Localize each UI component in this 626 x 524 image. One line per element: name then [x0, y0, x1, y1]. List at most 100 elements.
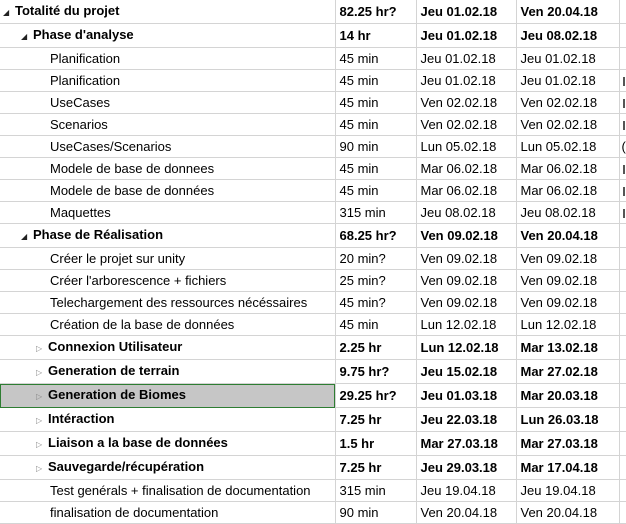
task-row[interactable]: Scenarios 45 min Ven 02.02.18 Ven 02.02.18: [0, 113, 626, 136]
task-finish[interactable]: Ven 20.04.18: [516, 223, 620, 248]
task-finish[interactable]: Mar 17.04.18: [516, 455, 620, 480]
task-finish[interactable]: Jeu 01.02.18: [516, 47, 620, 70]
task-finish[interactable]: Jeu 01.02.18: [516, 69, 620, 92]
triangle-down-icon[interactable]: ◢: [3, 2, 15, 23]
triangle-right-icon[interactable]: ▷: [36, 362, 48, 383]
triangle-right-icon[interactable]: ▷: [36, 458, 48, 479]
task-finish[interactable]: Ven 02.02.18: [516, 113, 620, 136]
task-finish[interactable]: Jeu 08.02.18: [516, 23, 620, 48]
task-start[interactable]: Lun 12.02.18: [416, 313, 517, 336]
task-start[interactable]: Jeu 01.02.18: [416, 47, 517, 70]
task-name-cell[interactable]: ▷ Connexion Utilisateur: [0, 335, 336, 360]
task-row[interactable]: ▷ Sauvegarde/récupération 7.25 hr Jeu 29.03…: [0, 455, 626, 480]
task-start[interactable]: Ven 02.02.18: [416, 113, 517, 136]
task-start[interactable]: Mar 27.03.18: [416, 431, 517, 456]
task-finish[interactable]: Ven 09.02.18: [516, 291, 620, 314]
task-finish[interactable]: Mar 06.02.18: [516, 157, 620, 180]
task-name-cell[interactable]: Création de la base de données: [0, 313, 336, 336]
task-row[interactable]: Planification 45 min Jeu 01.02.18 Jeu 01.02…: [0, 69, 626, 92]
task-name-cell[interactable]: ▷ Sauvegarde/récupération: [0, 455, 336, 480]
task-start[interactable]: Jeu 08.02.18: [416, 201, 517, 224]
triangle-right-icon[interactable]: ▷: [36, 338, 48, 359]
task-duration[interactable]: 45 min?: [335, 291, 417, 314]
task-name-cell[interactable]: Scenarios: [0, 113, 336, 136]
task-duration[interactable]: 45 min: [335, 69, 417, 92]
task-finish[interactable]: Mar 27.02.18: [516, 359, 620, 384]
task-duration[interactable]: 2.25 hr: [335, 335, 417, 360]
task-name-cell[interactable]: ▷ Generation de terrain: [0, 359, 336, 384]
task-row[interactable]: Création de la base de données 45 min Lun …: [0, 313, 626, 336]
task-row[interactable]: Maquettes 315 min Jeu 08.02.18 Jeu 08.02.18: [0, 201, 626, 224]
task-start[interactable]: Ven 09.02.18: [416, 291, 517, 314]
task-name-cell[interactable]: finalisation de documentation: [0, 501, 336, 524]
task-row[interactable]: Créer le projet sur unity 20 min? Ven 09.0…: [0, 247, 626, 270]
task-row[interactable]: finalisation de documentation 90 min Ven 2…: [0, 501, 626, 524]
task-start[interactable]: Mar 06.02.18: [416, 179, 517, 202]
task-duration[interactable]: 45 min: [335, 113, 417, 136]
task-finish[interactable]: Jeu 08.02.18: [516, 201, 620, 224]
task-name-cell[interactable]: ▷ Generation de Biomes: [0, 383, 336, 408]
task-name-cell[interactable]: ▷ Intéraction: [0, 407, 336, 432]
task-duration[interactable]: 29.25 hr?: [335, 383, 417, 408]
task-name-cell[interactable]: UseCases: [0, 91, 336, 114]
triangle-down-icon[interactable]: ◢: [21, 226, 33, 247]
task-duration[interactable]: 45 min: [335, 179, 417, 202]
task-row[interactable]: Modele de base de donnees 45 min Mar 06.02…: [0, 157, 626, 180]
task-name-cell[interactable]: ◢ Totalité du projet: [0, 0, 336, 24]
task-duration[interactable]: 90 min: [335, 501, 417, 524]
task-row[interactable]: Créer l'arborescence + fichiers 25 min? Ve…: [0, 269, 626, 292]
task-finish[interactable]: Lun 05.02.18: [516, 135, 620, 158]
task-name-cell[interactable]: Modele de base de donnees: [0, 157, 336, 180]
task-start[interactable]: Jeu 01.02.18: [416, 0, 517, 24]
task-start[interactable]: Ven 02.02.18: [416, 91, 517, 114]
task-finish[interactable]: Mar 20.03.18: [516, 383, 620, 408]
task-finish[interactable]: Ven 09.02.18: [516, 269, 620, 292]
task-duration[interactable]: 68.25 hr?: [335, 223, 417, 248]
task-name-cell[interactable]: Créer l'arborescence + fichiers: [0, 269, 336, 292]
task-duration[interactable]: 1.5 hr: [335, 431, 417, 456]
task-duration[interactable]: 45 min: [335, 313, 417, 336]
task-finish[interactable]: Ven 02.02.18: [516, 91, 620, 114]
task-start[interactable]: Mar 06.02.18: [416, 157, 517, 180]
task-duration[interactable]: 90 min: [335, 135, 417, 158]
task-duration[interactable]: 45 min: [335, 91, 417, 114]
task-start[interactable]: Jeu 22.03.18: [416, 407, 517, 432]
triangle-right-icon[interactable]: ▷: [36, 386, 48, 407]
task-finish[interactable]: Ven 20.04.18: [516, 0, 620, 24]
task-row[interactable]: ◢ Phase de Réalisation 68.25 hr? Ven 09.02.…: [0, 223, 626, 248]
triangle-down-icon[interactable]: ◢: [21, 26, 33, 47]
task-duration[interactable]: 7.25 hr: [335, 455, 417, 480]
task-start[interactable]: Jeu 29.03.18: [416, 455, 517, 480]
task-row[interactable]: ▷ Intéraction 7.25 hr Jeu 22.03.18 Lun 26.03…: [0, 407, 626, 432]
task-row[interactable]: Telechargement des ressources nécéssaire…: [0, 291, 626, 314]
task-start[interactable]: Ven 09.02.18: [416, 269, 517, 292]
task-start[interactable]: Jeu 01.03.18: [416, 383, 517, 408]
task-duration[interactable]: 14 hr: [335, 23, 417, 48]
task-start[interactable]: Jeu 19.04.18: [416, 479, 517, 502]
task-row[interactable]: UseCases/Scenarios 90 min Lun 05.02.18 Lun …: [0, 135, 626, 158]
task-start[interactable]: Jeu 15.02.18: [416, 359, 517, 384]
task-finish[interactable]: Lun 12.02.18: [516, 313, 620, 336]
task-row[interactable]: UseCases 45 min Ven 02.02.18 Ven 02.02.18: [0, 91, 626, 114]
task-name-cell[interactable]: Planification: [0, 69, 336, 92]
task-name-cell[interactable]: Maquettes: [0, 201, 336, 224]
task-name-cell[interactable]: Planification: [0, 47, 336, 70]
task-finish[interactable]: Mar 13.02.18: [516, 335, 620, 360]
task-finish[interactable]: Mar 06.02.18: [516, 179, 620, 202]
task-finish[interactable]: Mar 27.03.18: [516, 431, 620, 456]
task-start[interactable]: Jeu 01.02.18: [416, 23, 517, 48]
task-duration[interactable]: 9.75 hr?: [335, 359, 417, 384]
task-row[interactable]: ▷ Generation de Biomes 29.25 hr? Jeu 01.03.…: [0, 383, 626, 408]
task-name-cell[interactable]: Modele de base de données: [0, 179, 336, 202]
task-finish[interactable]: Ven 09.02.18: [516, 247, 620, 270]
task-start[interactable]: Lun 12.02.18: [416, 335, 517, 360]
task-duration[interactable]: 82.25 hr?: [335, 0, 417, 24]
task-name-cell[interactable]: Test genérals + finalisation de document…: [0, 479, 336, 502]
task-name-cell[interactable]: ▷ Liaison a la base de données: [0, 431, 336, 456]
task-duration[interactable]: 45 min: [335, 47, 417, 70]
task-duration[interactable]: 315 min: [335, 479, 417, 502]
task-row[interactable]: ▷ Connexion Utilisateur 2.25 hr Lun 12.02.1…: [0, 335, 626, 360]
task-name-cell[interactable]: ◢ Phase de Réalisation: [0, 223, 336, 248]
task-finish[interactable]: Jeu 19.04.18: [516, 479, 620, 502]
task-duration[interactable]: 7.25 hr: [335, 407, 417, 432]
